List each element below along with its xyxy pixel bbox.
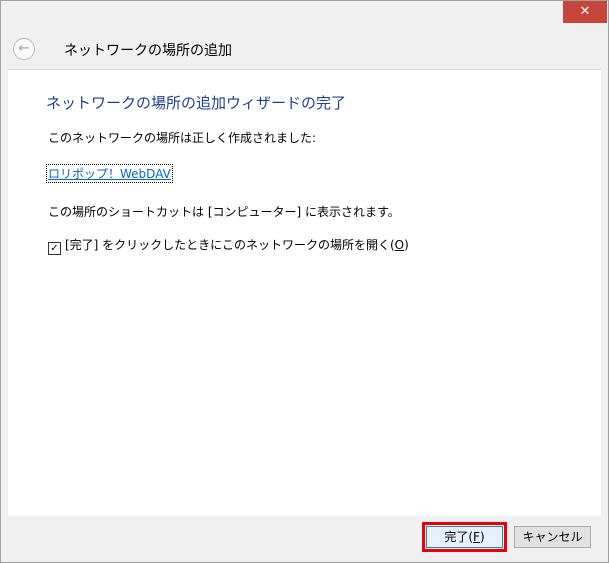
finish-label: 完了( [444,530,474,544]
back-button[interactable]: ← [13,38,35,60]
cancel-button[interactable]: キャンセル [514,526,591,548]
checkbox-label-end: ) [404,238,409,252]
finish-accel-key: F [473,530,480,544]
location-link[interactable]: ロリポップ！WebDAV [46,164,173,183]
back-arrow-icon: ← [18,41,30,56]
wizard-footer: 完了(F) キャンセル [1,516,608,562]
close-button[interactable]: ✕ [563,1,607,23]
open-location-checkbox[interactable]: ✓ [48,242,61,255]
close-icon: ✕ [579,4,591,19]
finish-label-end: ) [479,530,485,544]
shortcut-text: この場所のショートカットは [コンピューター] に表示されます。 [48,205,400,219]
wizard-title: ネットワークの場所の追加ウィザードの完了 [46,94,347,112]
wizard-window: ✕ ← ネットワークの場所の追加 ネットワークの場所の追加ウィザードの完了 この… [0,0,609,563]
checkbox-label: [完了] をクリックしたときにこのネットワークの場所を開く( [65,238,395,252]
finish-button[interactable]: 完了(F) [422,522,507,552]
title-bar: ✕ [1,1,608,31]
checkbox-accel-key: O [394,238,405,252]
header-title: ネットワークの場所の追加 [64,43,232,59]
wizard-content: ネットワークの場所の追加ウィザードの完了 このネットワークの場所は正しく作成され… [8,69,601,517]
open-location-checkbox-row[interactable]: ✓ [完了] をクリックしたときにこのネットワークの場所を開く(O) [48,236,409,255]
created-text: このネットワークの場所は正しく作成されました: [48,131,317,145]
wizard-header: ← ネットワークの場所の追加 [1,31,608,69]
checkmark-icon: ✓ [50,243,59,254]
